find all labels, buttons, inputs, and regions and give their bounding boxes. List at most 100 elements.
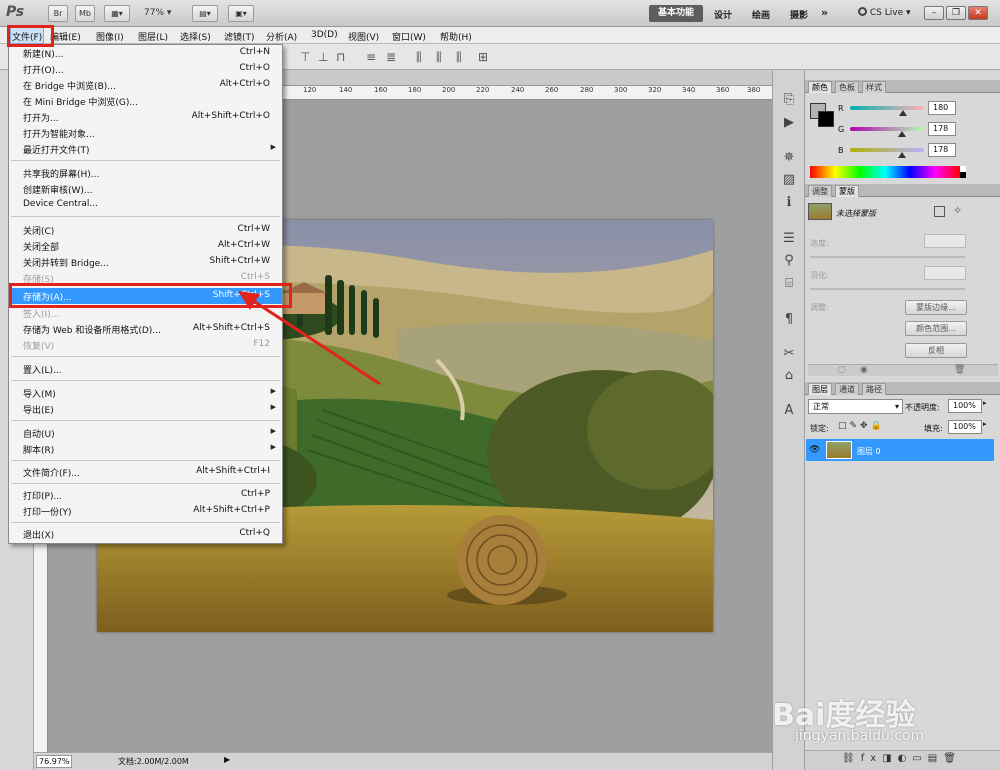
menu-item-automate[interactable]: 自动(U) ▶: [9, 425, 282, 441]
info-icon[interactable]: ℹ: [781, 195, 797, 210]
character-icon[interactable]: A: [781, 403, 797, 418]
b-value-field[interactable]: 178: [928, 143, 956, 157]
distribute-right-icon[interactable]: ⫼: [456, 50, 462, 65]
r-value-field[interactable]: 180: [928, 101, 956, 115]
zoom-status-field[interactable]: 76.97%: [36, 755, 72, 768]
opacity-field[interactable]: 100%: [948, 399, 982, 413]
pixel-mask-icon[interactable]: [934, 206, 945, 217]
menu-item-share-screen[interactable]: 共享我的屏幕(H)...: [9, 165, 282, 181]
feather-field[interactable]: [924, 266, 966, 280]
invert-button[interactable]: 反相: [905, 343, 967, 358]
view-extras-button[interactable]: ▦▾: [104, 5, 130, 22]
cs-live-menu[interactable]: CS Live ▾: [858, 7, 911, 18]
workspace-design[interactable]: 设计: [714, 8, 732, 21]
density-slider[interactable]: [810, 256, 965, 258]
color-spectrum-bar[interactable]: [810, 166, 960, 178]
menu-view[interactable]: 视图(V): [348, 30, 379, 43]
menu-item-open[interactable]: 打开(O)... Ctrl+O: [9, 61, 282, 77]
menu-item-exit[interactable]: 退出(X) Ctrl+Q: [9, 526, 282, 542]
menu-item-new[interactable]: 新建(N)... Ctrl+N: [9, 45, 282, 61]
menu-analysis[interactable]: 分析(A): [266, 30, 297, 43]
fill-arrow-icon[interactable]: ▸: [983, 420, 987, 428]
menu-item-export[interactable]: 导出(E) ▶: [9, 401, 282, 417]
bridge-button[interactable]: Br: [48, 5, 68, 22]
menu-edit[interactable]: 编辑(E): [50, 30, 81, 43]
vector-mask-icon[interactable]: ✧: [953, 204, 962, 217]
black-white-ramp[interactable]: [960, 166, 966, 178]
menu-help[interactable]: 帮助(H): [440, 30, 472, 43]
mask-edge-button[interactable]: 蒙版边缘...: [905, 300, 967, 315]
r-slider-thumb[interactable]: [899, 110, 907, 116]
load-selection-icon[interactable]: ◌: [838, 365, 846, 375]
clone-source-icon[interactable]: ▨: [781, 172, 797, 187]
brush-presets-icon[interactable]: ✵: [781, 150, 797, 165]
actions-icon[interactable]: ▶: [781, 115, 797, 130]
history-icon[interactable]: ⎘: [781, 92, 797, 107]
distribute-middle-icon[interactable]: ≣: [386, 50, 396, 64]
menu-select[interactable]: 选择(S): [180, 30, 211, 43]
layer-name[interactable]: 图层 0: [857, 446, 881, 457]
mini-bridge-button[interactable]: Mb: [75, 5, 95, 22]
lock-options-icon[interactable]: □✎✥🔒: [838, 421, 885, 431]
minimize-icon[interactable]: –: [924, 6, 944, 20]
color-range-button[interactable]: 颜色范围...: [905, 321, 967, 336]
menu-item-open-smart-object[interactable]: 打开为智能对象...: [9, 125, 282, 141]
menu-item-browse-mini-bridge[interactable]: 在 Mini Bridge 中浏览(G)...: [9, 93, 282, 109]
workspace-painting[interactable]: 绘画: [752, 8, 770, 21]
screen-mode-button[interactable]: ▣▾: [228, 5, 254, 22]
layer-actions-icons[interactable]: ⛓fx◨◐▭▤🗑: [842, 753, 962, 764]
opacity-arrow-icon[interactable]: ▸: [983, 399, 987, 407]
background-color-swatch[interactable]: [818, 111, 834, 127]
menu-item-file-info[interactable]: 文件简介(F)... Alt+Shift+Ctrl+I: [9, 464, 282, 480]
brush-icon[interactable]: ✂: [781, 346, 797, 361]
align-middle-icon[interactable]: ⊥: [318, 50, 328, 64]
menu-item-print[interactable]: 打印(P)... Ctrl+P: [9, 487, 282, 503]
status-menu-arrow-icon[interactable]: ▶: [224, 755, 230, 764]
menu-item-recent-files[interactable]: 最近打开文件(T) ▶: [9, 141, 282, 157]
tab-channels[interactable]: 通道: [835, 383, 859, 395]
g-slider-thumb[interactable]: [898, 131, 906, 137]
menu-item-device-central[interactable]: Device Central...: [9, 197, 282, 213]
tab-adjustments[interactable]: 调整: [808, 185, 832, 197]
paragraph-icon[interactable]: ¶: [781, 312, 797, 327]
r-slider[interactable]: [850, 106, 924, 110]
tab-layers[interactable]: 图层: [808, 383, 832, 395]
blend-mode-select[interactable]: 正常 ▾: [808, 399, 903, 414]
feather-slider[interactable]: [810, 288, 965, 290]
density-field[interactable]: [924, 234, 966, 248]
distribute-left-icon[interactable]: ⫼: [416, 50, 422, 65]
tab-paths[interactable]: 路径: [862, 383, 886, 395]
menu-item-close-all[interactable]: 关闭全部 Alt+Ctrl+W: [9, 238, 282, 254]
g-slider[interactable]: [850, 127, 924, 131]
b-slider-thumb[interactable]: [898, 152, 906, 158]
measurement-log-icon[interactable]: ⌸: [781, 276, 797, 291]
auto-align-icon[interactable]: ⊞: [478, 50, 488, 64]
tool-presets-icon[interactable]: ☰: [781, 231, 797, 246]
3d-panel-icon[interactable]: ⚲: [781, 253, 797, 268]
menu-item-close-go-bridge[interactable]: 关闭并转到 Bridge... Shift+Ctrl+W: [9, 254, 282, 270]
close-icon[interactable]: ✕: [968, 6, 988, 20]
menu-window[interactable]: 窗口(W): [392, 30, 426, 43]
workspace-photography[interactable]: 摄影: [790, 8, 808, 21]
restore-icon[interactable]: ❐: [946, 6, 966, 20]
trash-icon[interactable]: 🗑: [954, 365, 965, 375]
menu-3d[interactable]: 3D(D): [311, 30, 338, 40]
zoom-level-dropdown[interactable]: 77% ▾: [144, 8, 171, 18]
fill-field[interactable]: 100%: [948, 420, 982, 434]
menu-item-scripts[interactable]: 脚本(R) ▶: [9, 441, 282, 457]
menu-layer[interactable]: 图层(L): [138, 30, 168, 43]
menu-item-close[interactable]: 关闭(C) Ctrl+W: [9, 222, 282, 238]
tab-color[interactable]: 颜色: [808, 81, 832, 93]
distribute-center-icon[interactable]: ⫼: [436, 50, 442, 65]
arrange-documents-button[interactable]: ▤▾: [192, 5, 218, 22]
menu-item-browse-bridge[interactable]: 在 Bridge 中浏览(B)... Alt+Ctrl+O: [9, 77, 282, 93]
align-top-icon[interactable]: ⊤: [300, 50, 310, 64]
mask-icon[interactable]: ⌂: [781, 368, 797, 383]
eye-icon[interactable]: 👁: [809, 445, 820, 455]
align-bottom-icon[interactable]: ⊓: [336, 50, 345, 64]
g-value-field[interactable]: 178: [928, 122, 956, 136]
more-workspaces-button[interactable]: »: [821, 6, 828, 19]
tab-masks[interactable]: 蒙版: [835, 185, 859, 197]
menu-filter[interactable]: 滤镜(T): [224, 30, 255, 43]
tab-styles[interactable]: 样式: [862, 81, 886, 93]
